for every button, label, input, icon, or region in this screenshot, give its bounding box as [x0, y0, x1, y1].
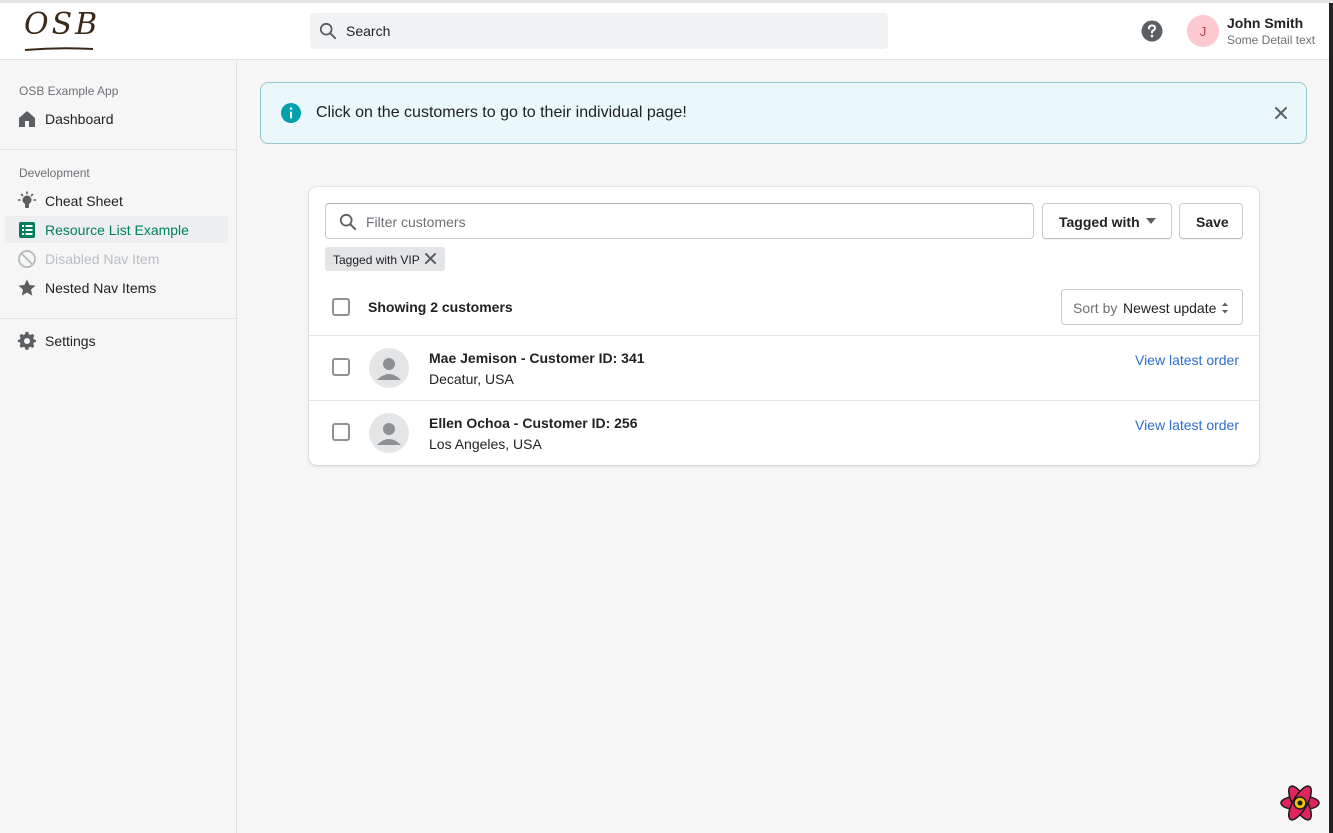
help-icon[interactable]	[1141, 20, 1163, 42]
section-title-app: OSB Example App	[19, 84, 119, 98]
logo-text: OSB	[24, 7, 101, 42]
sidebar-nav: OSB Example App Dashboard Development Ch…	[0, 60, 237, 833]
customer-location: Decatur, USA	[429, 371, 514, 387]
caret-down-icon	[1146, 218, 1156, 224]
row-checkbox[interactable]	[332, 358, 350, 376]
table-row[interactable]: Ellen Ochoa - Customer ID: 256 Los Angel…	[309, 401, 1259, 465]
react-devtools-icon[interactable]	[1279, 783, 1321, 823]
tagged-with-button[interactable]: Tagged with	[1042, 203, 1172, 239]
user-detail: Some Detail text	[1227, 33, 1316, 47]
info-banner: Click on the customers to go to their in…	[260, 82, 1307, 144]
sidebar-item-label: Cheat Sheet	[45, 193, 123, 209]
top-bar: OSB Search J John Smith Some Detail text	[0, 3, 1329, 60]
customer-name: Ellen Ochoa - Customer ID: 256	[429, 415, 638, 431]
sort-value: Newest update	[1123, 300, 1217, 316]
remove-tag-icon[interactable]	[424, 252, 437, 265]
sidebar-item-cheat-sheet[interactable]: Cheat Sheet	[5, 187, 228, 214]
sidebar-item-resource-list-example[interactable]: Resource List Example	[5, 216, 228, 243]
table-row[interactable]: Mae Jemison - Customer ID: 341 Decatur, …	[309, 336, 1259, 400]
select-all-checkbox[interactable]	[332, 298, 350, 316]
filter-customers-input[interactable]: Filter customers	[325, 203, 1034, 239]
sidebar-item-dashboard[interactable]: Dashboard	[5, 105, 228, 132]
view-latest-order-link[interactable]: View latest order	[1135, 417, 1239, 433]
sidebar-divider	[0, 149, 236, 150]
info-icon	[281, 103, 301, 123]
tag-label: Tagged with VIP	[333, 253, 420, 267]
row-checkbox[interactable]	[332, 423, 350, 441]
app-logo[interactable]: OSB	[22, 7, 97, 55]
home-icon	[19, 111, 35, 127]
customer-avatar	[369, 348, 409, 388]
save-button[interactable]: Save	[1179, 203, 1243, 239]
showing-count: Showing 2 customers	[368, 299, 513, 315]
section-title-development: Development	[19, 166, 90, 180]
lightbulb-icon	[17, 191, 37, 208]
logo-underline	[24, 47, 94, 51]
save-label: Save	[1196, 214, 1229, 230]
sidebar-item-label: Settings	[45, 333, 96, 349]
sidebar-item-label: Resource List Example	[45, 222, 189, 238]
star-icon	[18, 279, 36, 296]
person-icon	[377, 423, 401, 445]
select-arrows-icon	[1222, 302, 1228, 314]
window-right-edge	[1329, 3, 1333, 833]
customer-location: Los Angeles, USA	[429, 436, 542, 452]
user-avatar[interactable]: J	[1187, 15, 1219, 47]
disabled-icon	[18, 250, 36, 268]
person-icon	[377, 358, 401, 380]
sidebar-item-label: Disabled Nav Item	[45, 251, 160, 267]
user-name[interactable]: John Smith	[1227, 15, 1303, 31]
sidebar-divider	[0, 318, 236, 319]
sidebar-item-nested-nav[interactable]: Nested Nav Items	[5, 274, 228, 301]
sort-prefix: Sort by	[1073, 300, 1118, 316]
sort-select[interactable]: Sort by Newest update	[1061, 289, 1243, 325]
customer-avatar	[369, 413, 409, 453]
global-search[interactable]: Search	[310, 13, 888, 49]
sidebar-item-settings[interactable]: Settings	[5, 327, 228, 354]
sidebar-item-label: Dashboard	[45, 111, 114, 127]
gear-icon	[17, 331, 36, 350]
list-icon	[19, 222, 35, 238]
search-placeholder: Search	[346, 23, 391, 39]
sidebar-item-disabled: Disabled Nav Item	[5, 245, 228, 272]
resource-list-card: Filter customers Tagged with Save Tagged…	[309, 187, 1259, 465]
customer-name: Mae Jemison - Customer ID: 341	[429, 350, 645, 366]
search-icon	[319, 22, 337, 40]
banner-text: Click on the customers to go to their in…	[316, 104, 687, 121]
view-latest-order-link[interactable]: View latest order	[1135, 352, 1239, 368]
sidebar-item-label: Nested Nav Items	[45, 280, 157, 296]
close-icon[interactable]	[1272, 104, 1290, 122]
tagged-with-label: Tagged with	[1059, 214, 1140, 230]
search-icon	[339, 213, 357, 231]
applied-filter-tag: Tagged with VIP	[325, 247, 445, 271]
filter-placeholder: Filter customers	[366, 214, 466, 230]
